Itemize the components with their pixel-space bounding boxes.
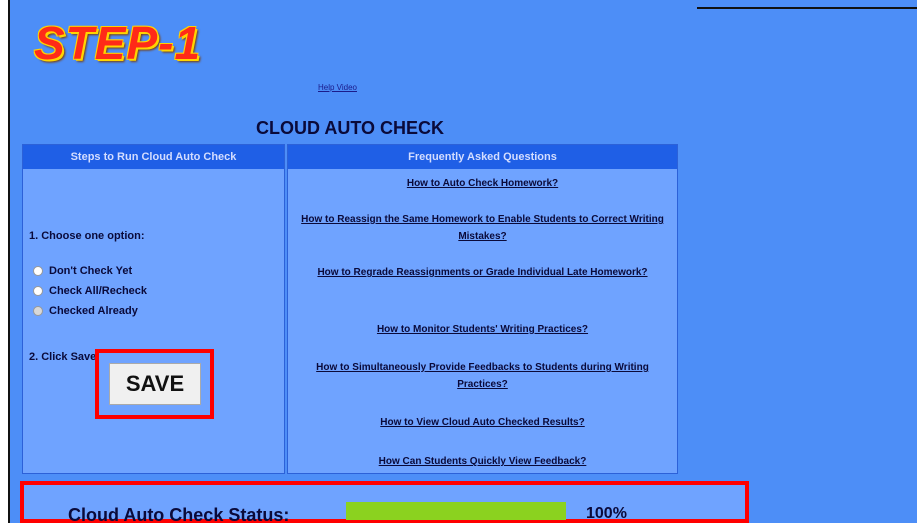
top-divider (697, 7, 917, 9)
faq-link-feedback[interactable]: How to Simultaneously Provide Feedbacks … (298, 359, 667, 393)
faq-link-auto-check[interactable]: How to Auto Check Homework? (298, 175, 667, 192)
option-label: Don't Check Yet (49, 265, 133, 277)
faq-link-monitor[interactable]: How to Monitor Students' Writing Practic… (298, 321, 667, 338)
steps-header: Steps to Run Cloud Auto Check (23, 145, 284, 169)
progress-percent: 100% (586, 505, 627, 522)
save-button[interactable]: SAVE (109, 363, 201, 405)
faq-link-view-results[interactable]: How to View Cloud Auto Checked Results? (298, 414, 667, 431)
option-check-all[interactable]: Check All/Recheck (33, 285, 147, 297)
step-2-instruction: 2. Click Save (29, 351, 97, 363)
help-video-link[interactable]: Help Video (318, 83, 357, 92)
faq-link-regrade[interactable]: How to Regrade Reassignments or Grade In… (298, 264, 667, 281)
radio-check-all[interactable] (33, 286, 43, 296)
faq-link-reassign[interactable]: How to Reassign the Same Homework to Ena… (298, 211, 667, 245)
save-highlight: SAVE (95, 349, 214, 419)
option-title: 1. Choose one option: (29, 230, 145, 242)
radio-checked-already[interactable] (33, 306, 43, 316)
steps-panel: Steps to Run Cloud Auto Check 1. Choose … (22, 144, 285, 474)
option-dont-check[interactable]: Don't Check Yet (33, 265, 132, 277)
progress-fill (346, 502, 566, 520)
radio-dont-check[interactable] (33, 266, 43, 276)
step-title: STEP-1 (34, 17, 202, 69)
option-label: Check All/Recheck (49, 285, 148, 297)
option-checked-already[interactable]: Checked Already (33, 305, 138, 317)
faq-panel: Frequently Asked Questions How to Auto C… (287, 144, 678, 474)
option-label: Checked Already (49, 305, 138, 317)
faq-link-quick-feedback[interactable]: How Can Students Quickly View Feedback? (298, 453, 667, 470)
faq-header: Frequently Asked Questions (288, 145, 677, 169)
progress-bar (346, 502, 566, 520)
status-highlight: Cloud Auto Check Status: 100% (20, 481, 749, 525)
page-title: CLOUD AUTO CHECK (256, 118, 444, 138)
